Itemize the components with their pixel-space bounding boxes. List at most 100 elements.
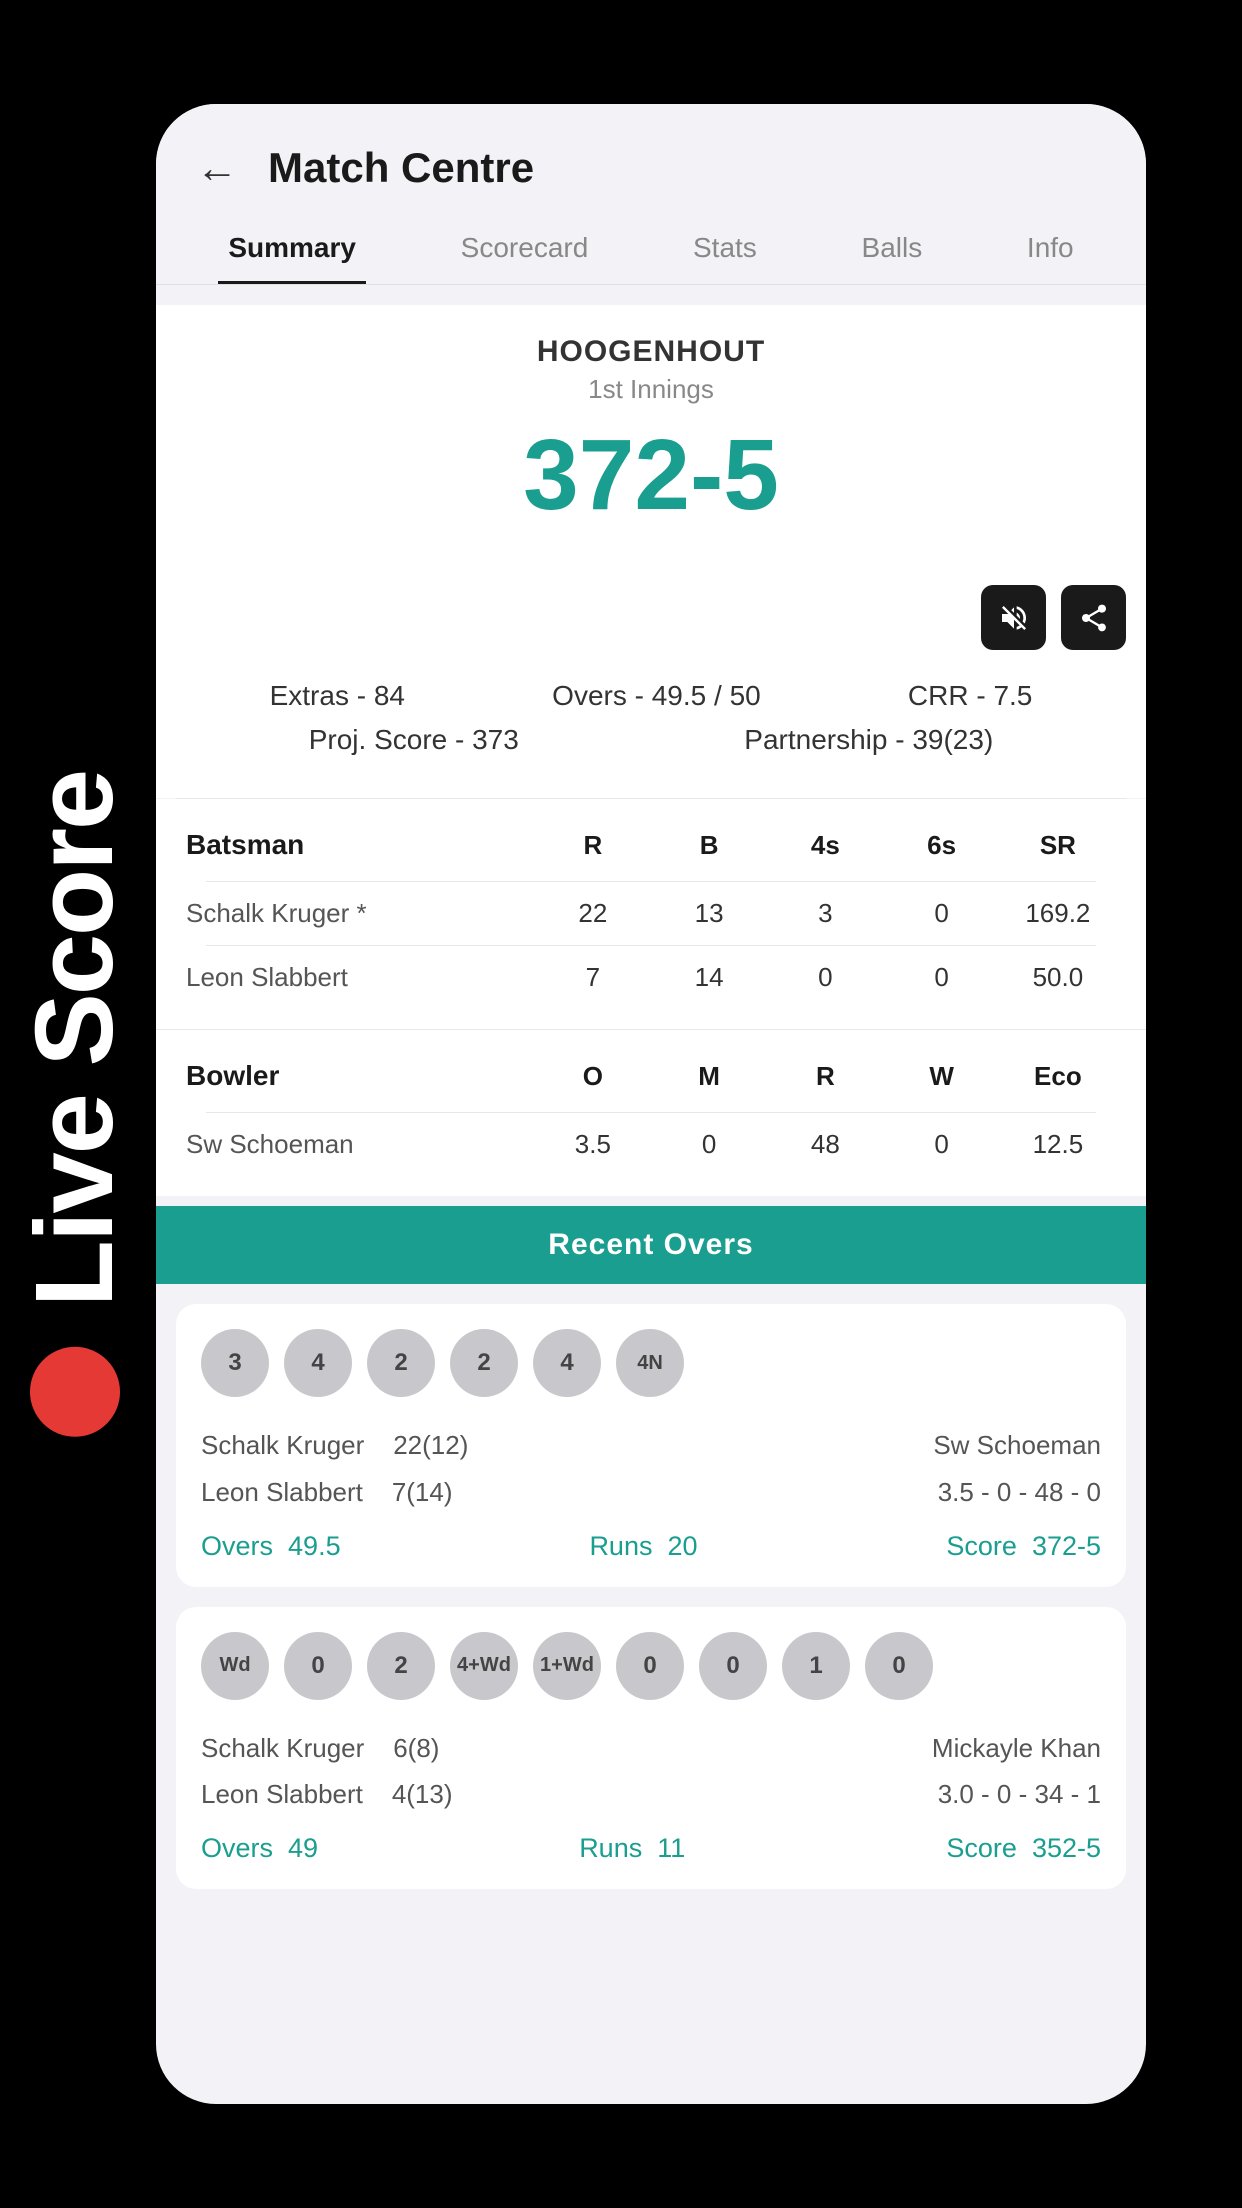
bat-6s-0: 0 (884, 898, 1000, 929)
over-batsmen-0: Schalk Kruger 22(12) Leon Slabbert 7(14) (201, 1422, 468, 1516)
bowling-row-0: Sw Schoeman 3.5 0 48 0 12.5 (186, 1113, 1116, 1176)
phone-frame: ← Match Centre Summary Scorecard Stats B… (156, 104, 1146, 2104)
over-bowler-0: Sw Schoeman 3.5 - 0 - 48 - 0 (933, 1422, 1101, 1516)
bowl-m-0: 0 (651, 1129, 767, 1160)
over-card-1: Wd 0 2 4+Wd 1+Wd 0 0 1 0 Schalk Kruger 6… (176, 1607, 1126, 1890)
overs-stat: Overs - 49.5 / 50 (552, 680, 761, 712)
ball-1-8: 0 (865, 1632, 933, 1700)
batsman-1-0: Schalk Kruger 6(8) (201, 1725, 453, 1772)
tab-info[interactable]: Info (1017, 212, 1084, 284)
ball-1-6: 0 (699, 1632, 767, 1700)
batting-col-6s: 6s (884, 830, 1000, 861)
bowling-col-w: W (884, 1061, 1000, 1092)
batting-table: Batsman R B 4s 6s SR Schalk Kruger * 22 … (156, 799, 1146, 1029)
match-stats: Extras - 84 Overs - 49.5 / 50 CRR - 7.5 … (156, 660, 1146, 798)
batsman-0-0: Schalk Kruger 22(12) (201, 1422, 468, 1469)
batting-col-sr: SR (1000, 830, 1116, 861)
balls-row-0: 3 4 2 2 4 4N (201, 1329, 1101, 1397)
bat-name-0: Schalk Kruger * (186, 898, 535, 929)
batting-col-b: B (651, 830, 767, 861)
bowl-name-0: Sw Schoeman (186, 1129, 535, 1160)
bat-b-0: 13 (651, 898, 767, 929)
ball-1-1: 0 (284, 1632, 352, 1700)
ball-0-5: 4N (616, 1329, 684, 1397)
batting-col-r: R (535, 830, 651, 861)
over-details-1: Schalk Kruger 6(8) Leon Slabbert 4(13) M… (201, 1725, 1101, 1819)
team-name: HOOGENHOUT (196, 335, 1106, 369)
bowl-o-0: 3.5 (535, 1129, 651, 1160)
volume-off-icon (998, 602, 1030, 634)
score-display: 372-5 (196, 425, 1106, 525)
ball-0-2: 2 (367, 1329, 435, 1397)
crr-stat: CRR - 7.5 (908, 680, 1032, 712)
page-title: Match Centre (268, 144, 534, 192)
batsman-0-1: Leon Slabbert 7(14) (201, 1469, 468, 1516)
over-score-1: Score 352-5 (946, 1833, 1101, 1864)
partnership-stat: Partnership - 39(23) (744, 724, 993, 756)
over-card-0: 3 4 2 2 4 4N Schalk Kruger 22(12) Leon S… (176, 1304, 1126, 1587)
tab-balls[interactable]: Balls (852, 212, 933, 284)
ball-1-2: 2 (367, 1632, 435, 1700)
balls-row-1: Wd 0 2 4+Wd 1+Wd 0 0 1 0 (201, 1632, 1101, 1700)
tab-summary[interactable]: Summary (218, 212, 366, 284)
watermark-text: Live Score (20, 771, 130, 1307)
score-section: HOOGENHOUT 1st Innings 372-5 (156, 305, 1146, 575)
bat-r-0: 22 (535, 898, 651, 929)
over-footer-1: Overs 49 Runs 11 Score 352-5 (201, 1833, 1101, 1864)
bowling-col-r: R (767, 1061, 883, 1092)
proj-score-stat: Proj. Score - 373 (309, 724, 519, 756)
over-footer-0: Overs 49.5 Runs 20 Score 372-5 (201, 1531, 1101, 1562)
tab-scorecard[interactable]: Scorecard (451, 212, 599, 284)
share-button[interactable] (1061, 585, 1126, 650)
recent-overs-title: Recent Overs (178, 1228, 1124, 1262)
batsman-1-1: Leon Slabbert 4(13) (201, 1771, 453, 1818)
bowling-col-name: Bowler (186, 1060, 535, 1092)
bowl-r-0: 48 (767, 1129, 883, 1160)
bowling-col-o: O (535, 1061, 651, 1092)
bat-name-1: Leon Slabbert (186, 962, 535, 993)
ball-0-1: 4 (284, 1329, 352, 1397)
bat-4s-1: 0 (767, 962, 883, 993)
extras-stat: Extras - 84 (270, 680, 405, 712)
app-content: ← Match Centre Summary Scorecard Stats B… (156, 104, 1146, 2104)
over-details-0: Schalk Kruger 22(12) Leon Slabbert 7(14)… (201, 1422, 1101, 1516)
outer-wrapper: Live Score ← Match Centre Summary Scorec… (0, 0, 1242, 2208)
recent-overs-header: Recent Overs (156, 1206, 1146, 1284)
bat-b-1: 14 (651, 962, 767, 993)
bowling-col-m: M (651, 1061, 767, 1092)
action-buttons (156, 575, 1146, 660)
over-runs-1: Runs 11 (579, 1833, 685, 1864)
ball-1-3: 4+Wd (450, 1632, 518, 1700)
ball-1-4: 1+Wd (533, 1632, 601, 1700)
ball-1-7: 1 (782, 1632, 850, 1700)
over-bowler-1: Mickayle Khan 3.0 - 0 - 34 - 1 (932, 1725, 1101, 1819)
share-icon (1078, 602, 1110, 634)
tab-stats[interactable]: Stats (683, 212, 767, 284)
bat-r-1: 7 (535, 962, 651, 993)
bowling-col-eco: Eco (1000, 1061, 1116, 1092)
bat-6s-1: 0 (884, 962, 1000, 993)
batting-header: Batsman R B 4s 6s SR (186, 819, 1116, 871)
mute-button[interactable] (981, 585, 1046, 650)
bowl-w-0: 0 (884, 1129, 1000, 1160)
header: ← Match Centre (156, 104, 1146, 212)
over-overs-1: Overs 49 (201, 1833, 318, 1864)
bat-sr-1: 50.0 (1000, 962, 1116, 993)
over-runs-0: Runs 20 (589, 1531, 697, 1562)
bowling-header: Bowler O M R W Eco (186, 1050, 1116, 1102)
ball-0-0: 3 (201, 1329, 269, 1397)
back-button[interactable]: ← (196, 144, 238, 192)
bowl-eco-0: 12.5 (1000, 1129, 1116, 1160)
batting-row-1: Leon Slabbert 7 14 0 0 50.0 (186, 946, 1116, 1009)
over-overs-0: Overs 49.5 (201, 1531, 341, 1562)
over-score-0: Score 372-5 (946, 1531, 1101, 1562)
bowling-table: Bowler O M R W Eco Sw Schoeman 3.5 0 48 … (156, 1030, 1146, 1196)
ball-1-0: Wd (201, 1632, 269, 1700)
bat-sr-0: 169.2 (1000, 898, 1116, 929)
batting-row-0: Schalk Kruger * 22 13 3 0 169.2 (186, 882, 1116, 945)
innings-label: 1st Innings (196, 374, 1106, 405)
tabs-bar: Summary Scorecard Stats Balls Info (156, 212, 1146, 285)
ball-1-5: 0 (616, 1632, 684, 1700)
over-batsmen-1: Schalk Kruger 6(8) Leon Slabbert 4(13) (201, 1725, 453, 1819)
batting-col-4s: 4s (767, 830, 883, 861)
